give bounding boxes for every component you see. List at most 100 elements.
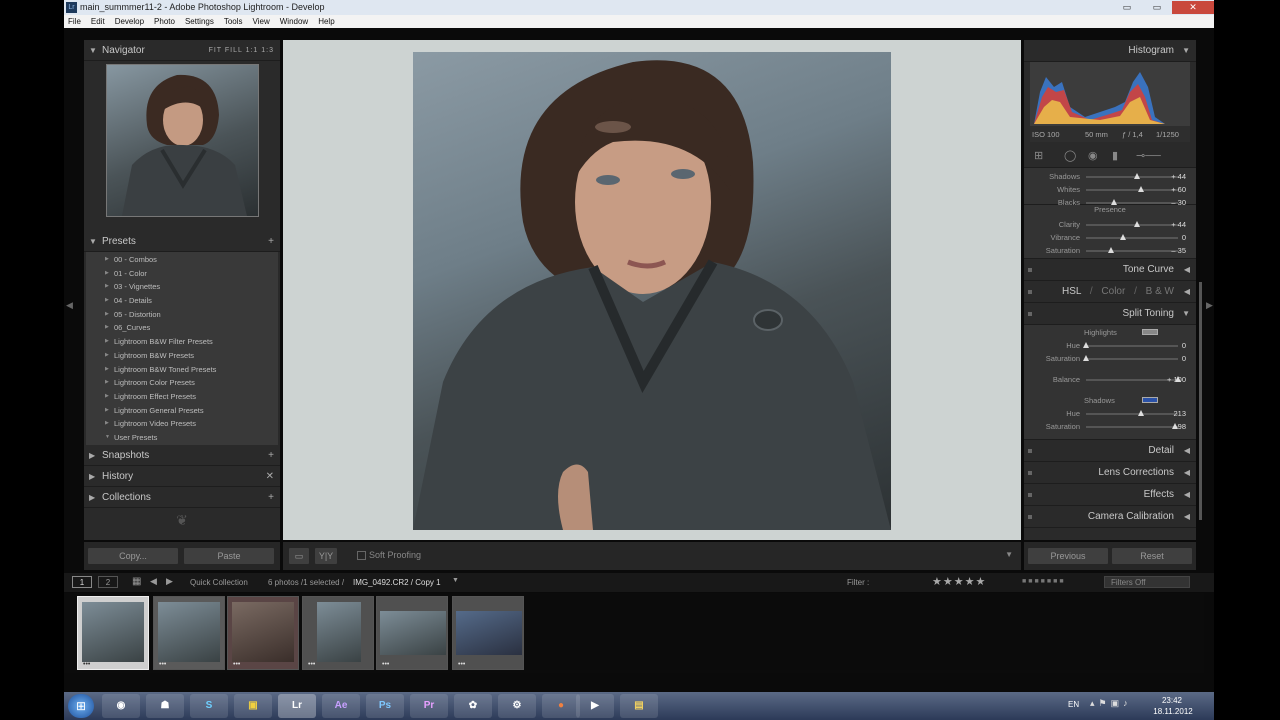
- adjustment-brush-icon[interactable]: ⊸──: [1136, 149, 1161, 162]
- graduated-filter-icon[interactable]: ▮: [1112, 149, 1118, 162]
- preset-folder[interactable]: Lightroom B&W Toned Presets: [86, 363, 278, 377]
- color-label-filter[interactable]: ■■■■■■■: [1022, 578, 1066, 585]
- split-toning-header[interactable]: Split Toning ▼: [1024, 303, 1196, 325]
- close-button[interactable]: ✕: [1172, 1, 1214, 14]
- add-collection-icon[interactable]: +: [268, 487, 274, 508]
- tray-icons[interactable]: ▴⚑▣♪: [1090, 698, 1132, 709]
- basic-slider-value[interactable]: + 44: [1171, 172, 1186, 181]
- collections-header[interactable]: ▶ Collections +: [84, 487, 280, 508]
- thumbnail[interactable]: •••: [153, 596, 225, 670]
- basic-slider-track[interactable]: [1086, 199, 1178, 205]
- guard-taskbar-icon[interactable]: ●: [542, 694, 580, 718]
- files-taskbar-icon[interactable]: ▣: [234, 694, 272, 718]
- before-after-icon[interactable]: Y|Y: [315, 548, 337, 564]
- thumbnail[interactable]: •••: [452, 596, 524, 670]
- preset-folder-user[interactable]: User Presets: [86, 431, 278, 445]
- hsl-tab[interactable]: HSL: [1062, 286, 1081, 297]
- add-preset-icon[interactable]: +: [268, 231, 274, 252]
- presence-slider-track[interactable]: [1086, 247, 1178, 253]
- basic-slider-handle[interactable]: [1138, 186, 1145, 192]
- filters-dropdown[interactable]: Filters Off: [1104, 576, 1190, 588]
- forward-arrow-icon[interactable]: ▶: [166, 576, 173, 587]
- thumbnail[interactable]: •••: [227, 596, 299, 670]
- lightroom-taskbar-icon[interactable]: Lr: [278, 694, 316, 718]
- highlights-slider-value[interactable]: 0: [1182, 341, 1186, 350]
- highlights-slider-handle[interactable]: [1083, 355, 1089, 361]
- maximize-button[interactable]: ▭: [1142, 1, 1172, 14]
- menu-edit[interactable]: Edit: [91, 15, 105, 28]
- crop-overlay-icon[interactable]: ⊞: [1034, 149, 1043, 162]
- tool-taskbar-icon[interactable]: ⚙: [498, 694, 536, 718]
- minimize-button[interactable]: ▭: [1112, 1, 1142, 14]
- panel-switch-icon[interactable]: [1028, 471, 1032, 475]
- bw-tab[interactable]: B & W: [1146, 286, 1174, 297]
- color-app-taskbar-icon[interactable]: ✿: [454, 694, 492, 718]
- highlights-slider-track[interactable]: [1083, 355, 1178, 361]
- menu-file[interactable]: File: [68, 15, 81, 28]
- presence-slider-handle[interactable]: [1107, 247, 1114, 253]
- detail-header[interactable]: Detail ◀: [1024, 440, 1196, 462]
- preset-folder[interactable]: Lightroom General Presets: [86, 404, 278, 418]
- shadows-slider-track[interactable]: [1086, 423, 1179, 429]
- menu-settings[interactable]: Settings: [185, 15, 214, 28]
- balance-slider-track[interactable]: [1086, 376, 1181, 382]
- basic-slider-track[interactable]: [1086, 186, 1178, 192]
- presence-slider-value[interactable]: 0: [1182, 233, 1186, 242]
- balance-slider-value[interactable]: + 100: [1167, 375, 1186, 384]
- spot-removal-icon[interactable]: ◯: [1064, 149, 1076, 162]
- skype-taskbar-icon[interactable]: S: [190, 694, 228, 718]
- after-effects-taskbar-icon[interactable]: Ae: [322, 694, 360, 718]
- start-button-icon[interactable]: ⊞: [68, 694, 94, 718]
- presence-slider-handle[interactable]: [1119, 234, 1126, 240]
- clock-date[interactable]: 18.11.2012: [1152, 707, 1194, 716]
- grid-view-icon[interactable]: ▦: [132, 576, 141, 587]
- menu-tools[interactable]: Tools: [224, 15, 243, 28]
- preset-folder[interactable]: Lightroom Effect Presets: [86, 390, 278, 404]
- toolbar-menu-chevron-icon[interactable]: ▼: [1005, 550, 1013, 559]
- right-panel-scrollbar[interactable]: [1199, 282, 1202, 520]
- basic-slider-handle[interactable]: [1133, 173, 1140, 179]
- panel-switch-icon[interactable]: [1028, 493, 1032, 497]
- panel-switch-icon[interactable]: [1028, 312, 1032, 316]
- media-player-taskbar-icon[interactable]: ▶: [576, 694, 614, 718]
- preset-folder[interactable]: 05 - Distortion: [86, 308, 278, 322]
- language-indicator[interactable]: EN: [1068, 700, 1079, 709]
- basic-slider-handle[interactable]: [1110, 199, 1117, 205]
- game-taskbar-icon[interactable]: ☗: [146, 694, 184, 718]
- add-snapshot-icon[interactable]: +: [268, 445, 274, 466]
- basic-slider-track[interactable]: [1086, 173, 1178, 179]
- preset-folder[interactable]: Lightroom Color Presets: [86, 376, 278, 390]
- snapshots-header[interactable]: ▶ Snapshots +: [84, 445, 280, 466]
- tone-curve-header[interactable]: Tone Curve ◀: [1024, 259, 1196, 281]
- source-label[interactable]: Quick Collection: [190, 578, 248, 587]
- preset-folder[interactable]: Lightroom B&W Filter Presets: [86, 335, 278, 349]
- shadows-slider-track[interactable]: [1086, 410, 1178, 416]
- hsl-header[interactable]: HSL / Color / B & W ◀: [1024, 281, 1196, 303]
- basic-slider-value[interactable]: – 30: [1171, 198, 1186, 207]
- premiere-taskbar-icon[interactable]: Pr: [410, 694, 448, 718]
- page-2-button[interactable]: 2: [98, 576, 118, 588]
- highlights-color-swatch[interactable]: [1142, 329, 1158, 335]
- highlights-slider-handle[interactable]: [1083, 342, 1089, 348]
- panel-switch-icon[interactable]: [1028, 515, 1032, 519]
- file-menu-chevron-icon[interactable]: ▼: [452, 577, 459, 584]
- presence-slider-track[interactable]: [1086, 234, 1178, 240]
- reset-button[interactable]: Reset: [1112, 548, 1192, 564]
- navigator-thumbnail[interactable]: [106, 64, 259, 217]
- main-photo[interactable]: [413, 52, 891, 530]
- highlights-slider-track[interactable]: [1083, 342, 1178, 348]
- history-header[interactable]: ▶ History ✕: [84, 466, 280, 487]
- preset-folder[interactable]: 00 - Combos: [86, 253, 278, 267]
- preset-folder[interactable]: 01 - Color: [86, 267, 278, 281]
- shadows-slider-value[interactable]: 98: [1178, 422, 1186, 431]
- menu-develop[interactable]: Develop: [115, 15, 144, 28]
- clock-time[interactable]: 23:42: [1152, 696, 1192, 705]
- photoshop-taskbar-icon[interactable]: Ps: [366, 694, 404, 718]
- shadows-slider-value[interactable]: 213: [1173, 409, 1186, 418]
- basic-slider-value[interactable]: + 60: [1171, 185, 1186, 194]
- back-arrow-icon[interactable]: ◀: [150, 576, 157, 587]
- preset-folder[interactable]: Lightroom B&W Presets: [86, 349, 278, 363]
- panel-switch-icon[interactable]: [1028, 290, 1032, 294]
- thumbnail-selected[interactable]: •••: [77, 596, 149, 670]
- histogram-header[interactable]: Histogram ▼: [1024, 40, 1196, 62]
